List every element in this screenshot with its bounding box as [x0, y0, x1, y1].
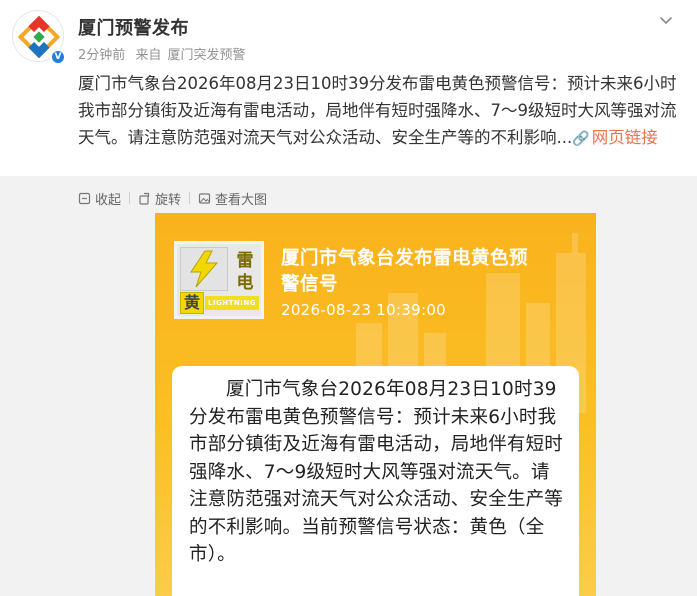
image-toolbar: 收起 旋转 查看大图 [78, 188, 267, 208]
toolbar-divider [129, 192, 131, 204]
chevron-down-icon[interactable] [655, 10, 677, 32]
web-link-label: 网页链接 [591, 128, 658, 147]
view-large-label: 查看大图 [215, 192, 268, 208]
view-large-button[interactable]: 查看大图 [198, 189, 267, 208]
post-text: 厦门市气象台2026年08月23日10时39分发布雷电黄色预警信号：预计未来6小… [78, 70, 686, 153]
rotate-button[interactable]: 旋转 [138, 189, 181, 208]
warning-poster-image[interactable]: 雷 电 黄 LIGHTNING 厦门市气象台发布雷电黄色预警信号 2026-08… [155, 213, 596, 596]
poster-content-card: 厦门市气象台2026年08月23日10时39分发布雷电黄色预警信号：预计未来6小… [172, 366, 579, 596]
post-source[interactable]: 厦门突发预警 [167, 48, 245, 63]
web-link[interactable]: 🔗 网页链接 [572, 128, 657, 147]
lightning-yellow-signal-icon: 雷 电 黄 LIGHTNING [174, 241, 264, 319]
rotate-label: 旋转 [155, 192, 182, 208]
image-area: 收起 旋转 查看大图 雷 电 黄 LIGHTNING 厦门市气象台发布雷电黄色预… [0, 176, 697, 596]
lightning-bolt-icon [180, 247, 228, 291]
signal-level-yellow: 黄 [180, 292, 204, 314]
image-icon [198, 192, 211, 205]
rotate-icon [138, 192, 151, 205]
verified-badge-icon: V [50, 49, 66, 65]
signal-english-label: LIGHTNING [205, 296, 259, 310]
post-meta: 2分钟前 来自 厦门突发预警 [78, 44, 251, 63]
collect-label: 收起 [95, 192, 122, 208]
toolbar-divider [189, 192, 191, 204]
source-prefix: 来自 [135, 48, 162, 63]
poster-title: 厦门市气象台发布雷电黄色预警信号 [281, 248, 529, 295]
poster-body-text: 厦门市气象台2026年08月23日10时39分发布雷电黄色预警信号：预计未来6小… [189, 379, 564, 565]
poster-time: 2026-08-23 10:39:00 [281, 301, 447, 319]
signal-char-dian: 电 [236, 273, 254, 293]
post-time[interactable]: 2分钟前 [78, 48, 125, 63]
post-header: V 厦门预警发布 2分钟前 来自 厦门突发预警 [0, 0, 697, 70]
link-icon: 🔗 [572, 131, 590, 147]
collapse-icon [78, 192, 91, 205]
collect-button[interactable]: 收起 [78, 189, 121, 208]
author-name[interactable]: 厦门预警发布 [78, 14, 189, 40]
